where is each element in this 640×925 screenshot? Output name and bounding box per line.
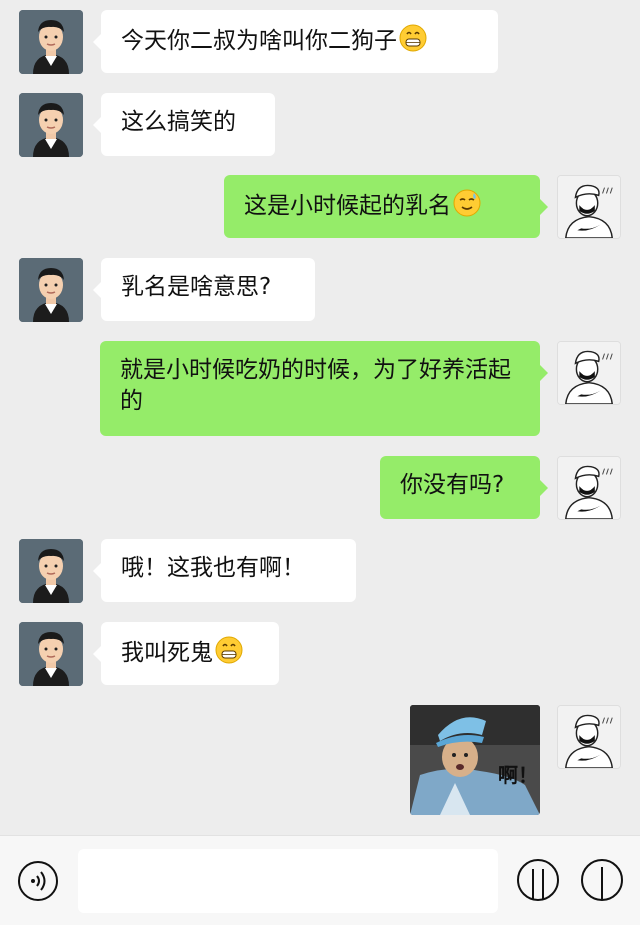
- grin-emoji-icon: [215, 636, 243, 664]
- message-bubble[interactable]: 就是小时候吃奶的时候，为了好养活起的: [100, 341, 548, 436]
- message-bubble[interactable]: 你没有吗?: [380, 456, 548, 519]
- message-text: 我叫死鬼: [121, 640, 213, 666]
- message-text: 乳名是啥意思?: [121, 274, 272, 300]
- sweat-smile-emoji-icon: [453, 189, 481, 217]
- chat-area: 今天你二叔为啥叫你二狗子 这么搞笑的 这是小时候起的乳名 乳名是啥意思? 就是小…: [0, 0, 640, 835]
- self-avatar[interactable]: [557, 456, 621, 520]
- self-avatar[interactable]: [557, 705, 621, 769]
- message-text: 就是小时候吃奶的时候，为了好养活起的: [120, 357, 511, 414]
- sticker-caption: 啊！: [498, 763, 538, 787]
- message-bubble[interactable]: 我叫死鬼: [93, 622, 279, 685]
- message-bubble[interactable]: 这是小时候起的乳名: [224, 175, 548, 238]
- message-text: 你没有吗?: [400, 472, 505, 498]
- contact-avatar[interactable]: [19, 93, 83, 157]
- contact-avatar[interactable]: [19, 258, 83, 322]
- grin-emoji-icon: [399, 24, 427, 52]
- message-text: 今天你二叔为啥叫你二狗子: [121, 28, 397, 54]
- sticker-image[interactable]: 啊！: [410, 705, 540, 815]
- contact-avatar[interactable]: [19, 539, 83, 603]
- input-bar: [0, 835, 640, 925]
- message-bubble[interactable]: 哦！这我也有啊！: [93, 539, 356, 602]
- contact-avatar[interactable]: [19, 10, 83, 74]
- message-bubble[interactable]: 乳名是啥意思?: [93, 258, 315, 321]
- self-avatar[interactable]: [557, 175, 621, 239]
- emoji-icon[interactable]: [517, 859, 559, 901]
- self-avatar[interactable]: [557, 341, 621, 405]
- more-icon[interactable]: [581, 859, 623, 901]
- message-text: 哦！这我也有啊！: [121, 555, 305, 581]
- voice-icon[interactable]: [18, 861, 58, 901]
- message-input[interactable]: [78, 849, 498, 913]
- contact-avatar[interactable]: [19, 622, 83, 686]
- message-text: 这么搞笑的: [121, 109, 236, 135]
- message-bubble[interactable]: 今天你二叔为啥叫你二狗子: [93, 10, 498, 73]
- message-bubble[interactable]: 这么搞笑的: [93, 93, 275, 156]
- message-text: 这是小时候起的乳名: [244, 193, 451, 219]
